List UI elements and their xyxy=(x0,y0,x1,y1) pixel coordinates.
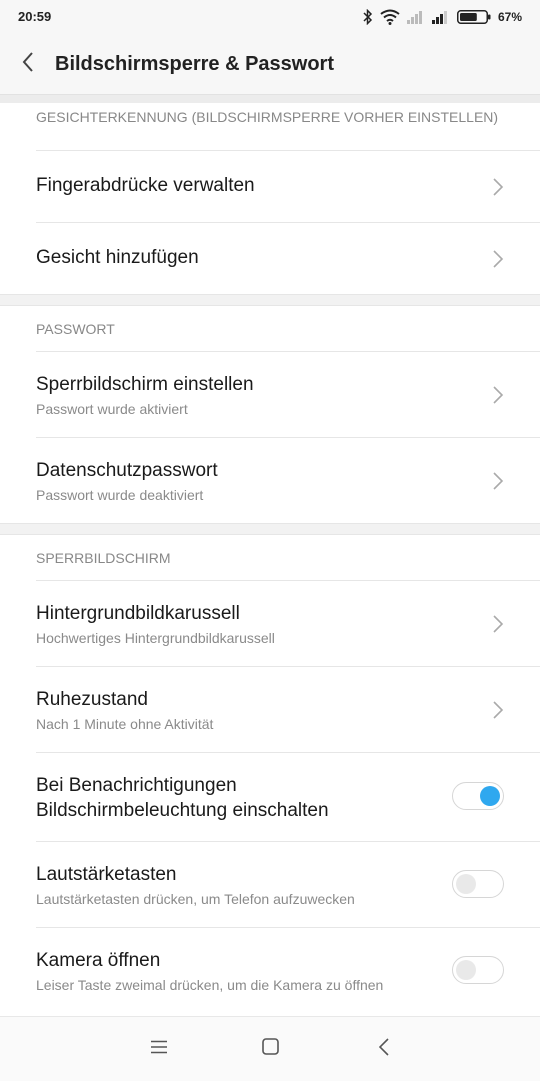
chevron-right-icon xyxy=(492,614,504,633)
chevron-right-icon xyxy=(492,700,504,719)
list-item-title: Datenschutzpasswort xyxy=(36,460,218,481)
settings-list: GESICHTERKENNUNG (BILDSCHIRMSPERRE VORHE… xyxy=(0,102,540,1013)
list-item-subtitle: Nach 1 Minute ohne Aktivität xyxy=(36,716,214,732)
list-item-title-line1: Bei Benachrichtigungen xyxy=(36,775,237,796)
status-icons: 67% xyxy=(363,8,522,26)
page-title: Bildschirmsperre & Passwort xyxy=(55,53,334,75)
chevron-right-icon xyxy=(492,177,504,196)
list-item-subtitle: Passwort wurde deaktiviert xyxy=(36,487,204,503)
toggle-knob xyxy=(456,873,476,894)
open-camera-toggle[interactable] xyxy=(452,955,504,984)
list-item-lock-screen-setup[interactable]: Sperrbildschirm einstellen Passwort wurd… xyxy=(36,351,540,437)
list-item-title: Lautstärketasten xyxy=(36,864,177,885)
list-item-notification-wake[interactable]: Bei Benachrichtigungen Bildschirmbeleuch… xyxy=(36,752,540,841)
section-header-lockscreen: SPERRBILDSCHIRM xyxy=(36,550,171,566)
chevron-right-icon xyxy=(492,471,504,490)
status-time: 20:59 xyxy=(18,9,52,24)
section-header-password: PASSWORT xyxy=(36,321,115,337)
list-item-title: Kamera öffnen xyxy=(36,950,161,971)
list-item-title: Fingerabdrücke verwalten xyxy=(36,175,255,196)
battery-icon xyxy=(456,10,491,24)
list-item-title: Sperrbildschirm einstellen xyxy=(36,374,254,395)
list-item-subtitle: Leiser Taste zweimal drücken, um die Kam… xyxy=(36,977,384,993)
back-arrow-icon xyxy=(22,51,34,77)
list-item-title-line2: Bildschirmbeleuchtung einschalten xyxy=(36,800,329,821)
list-item-wallpaper-carousel[interactable]: Hintergrundbildkarussell Hochwertiges Hi… xyxy=(36,580,540,666)
app-header: Bildschirmsperre & Passwort xyxy=(0,34,540,94)
list-item-add-face[interactable]: Gesicht hinzufügen xyxy=(36,222,540,294)
menu-icon xyxy=(150,1040,168,1059)
list-item-subtitle: Passwort wurde aktiviert xyxy=(36,401,188,417)
back-icon xyxy=(378,1037,389,1061)
status-bar: 20:59 67% xyxy=(0,0,540,34)
chevron-right-icon xyxy=(492,249,504,268)
signal-icon xyxy=(406,10,425,24)
list-item-title: Hintergrundbildkarussell xyxy=(36,603,240,624)
home-button[interactable] xyxy=(255,1035,285,1063)
list-item-privacy-password[interactable]: Datenschutzpasswort Passwort wurde deakt… xyxy=(36,437,540,523)
list-item-subtitle: Lautstärketasten drücken, um Telefon auf… xyxy=(36,891,355,907)
section-header-face: GESICHTERKENNUNG (BILDSCHIRMSPERRE VORHE… xyxy=(36,109,499,125)
navigation-bar xyxy=(0,1016,540,1081)
wifi-icon xyxy=(380,9,400,25)
section-divider xyxy=(0,523,540,535)
volume-keys-toggle[interactable] xyxy=(452,869,504,898)
list-item-sleep[interactable]: Ruhezustand Nach 1 Minute ohne Aktivität xyxy=(36,666,540,752)
list-item-open-camera[interactable]: Kamera öffnen Leiser Taste zweimal drück… xyxy=(36,927,540,1013)
back-button[interactable] xyxy=(14,50,42,78)
signal-icon xyxy=(431,10,450,24)
toggle-knob xyxy=(456,959,476,980)
home-icon xyxy=(261,1038,279,1060)
battery-percent: 67% xyxy=(497,10,522,24)
list-item-title: Gesicht hinzufügen xyxy=(36,247,199,268)
chevron-right-icon xyxy=(492,385,504,404)
notification-wake-toggle[interactable] xyxy=(452,782,504,810)
list-item-subtitle: Hochwertiges Hintergrundbildkarussell xyxy=(36,630,275,646)
toggle-knob xyxy=(480,786,500,806)
list-item-fingerprints[interactable]: Fingerabdrücke verwalten xyxy=(36,150,540,222)
section-divider xyxy=(0,294,540,306)
list-item-title: Ruhezustand xyxy=(36,689,148,710)
nav-back-button[interactable] xyxy=(369,1035,399,1063)
list-item-volume-keys[interactable]: Lautstärketasten Lautstärketasten drücke… xyxy=(36,841,540,927)
bluetooth-icon xyxy=(363,9,373,25)
menu-button[interactable] xyxy=(144,1035,174,1063)
